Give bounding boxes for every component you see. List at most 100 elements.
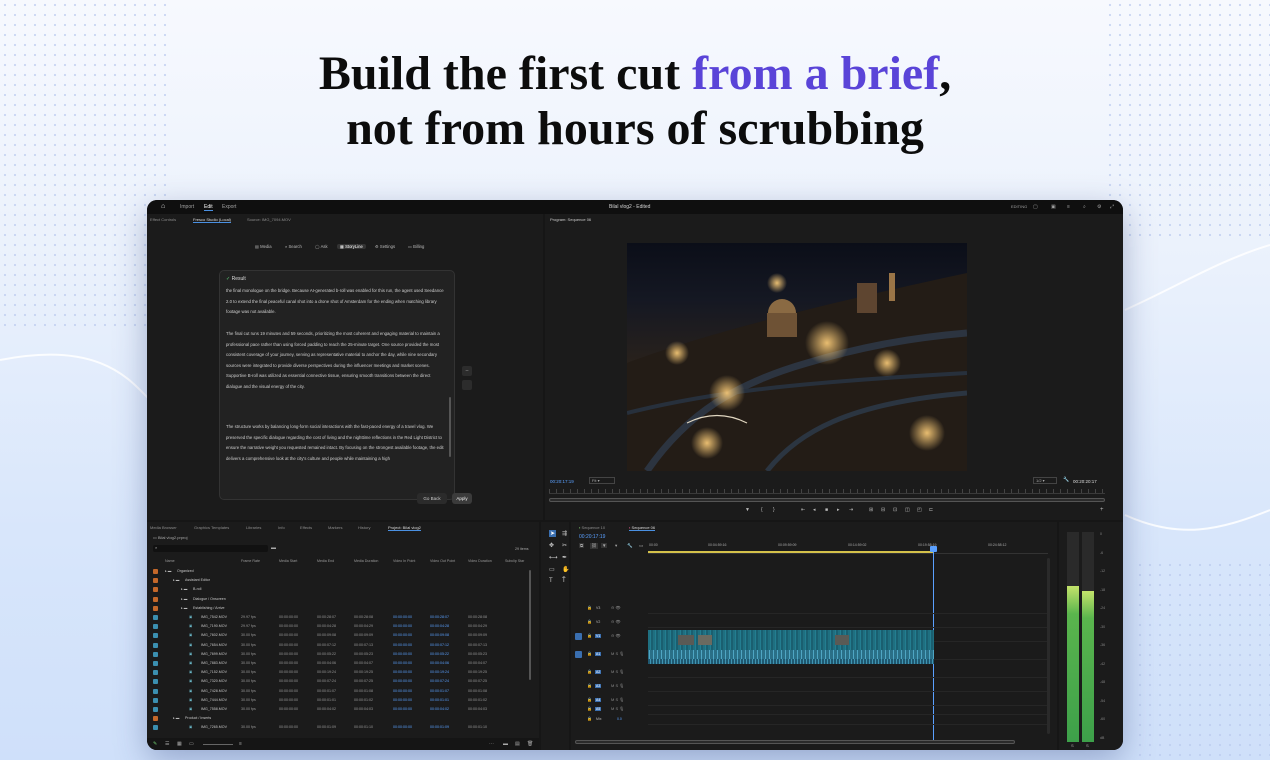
- fullscreen-icon[interactable]: ⤢: [1110, 204, 1114, 210]
- project-scrollbar[interactable]: [529, 570, 531, 680]
- track-target-button[interactable]: [575, 706, 582, 713]
- lock-icon[interactable]: 🔒: [587, 605, 592, 610]
- clip-row[interactable]: ▣ IMG_7602.MOV 30.00 fps 00:00:00:00 00:00:0…: [147, 631, 539, 640]
- col-video-in[interactable]: Video In Point: [393, 559, 415, 563]
- program-timecode[interactable]: 00:20:17:19: [550, 479, 574, 484]
- hand-tool-icon[interactable]: ✋: [562, 566, 569, 573]
- toolbar-storyline[interactable]: ▦ StoryLine: [337, 244, 366, 249]
- folder-row[interactable]: ▸ ▬ B-roll: [147, 585, 539, 594]
- eye-icon[interactable]: ⊖ 👁: [611, 633, 621, 638]
- ripple-edit-icon[interactable]: ✥: [549, 542, 554, 549]
- marker-icon[interactable]: ▾: [615, 543, 617, 549]
- clip-row[interactable]: ▣ IMG_7558.MOV 30.00 fps 00:00:00:00 00:00:0…: [147, 705, 539, 714]
- tab-history[interactable]: History: [358, 525, 370, 530]
- lock-icon[interactable]: 🔒: [587, 706, 592, 711]
- tab-fresco-studio[interactable]: Fresco Studio (Local): [193, 217, 232, 223]
- vertical-type-icon[interactable]: Ť: [562, 578, 566, 584]
- clip-row[interactable]: ▣ IMG_7428.MOV 30.00 fps 00:00:00:00 00:00:0…: [147, 687, 539, 696]
- tab-info[interactable]: Info: [278, 525, 285, 530]
- toolbar-ask[interactable]: ◯ Ask: [315, 244, 328, 249]
- col-media-duration[interactable]: Media Duration: [354, 559, 378, 563]
- pen-tool-icon[interactable]: ✒: [562, 554, 567, 561]
- mute-solo-icon[interactable]: M S 🎙: [611, 683, 624, 688]
- clip-row[interactable]: ▣ IMG_7320.MOV 30.00 fps 00:00:00:00 00:00:0…: [147, 677, 539, 686]
- eye-icon[interactable]: ⊖ 👁: [611, 619, 621, 624]
- folder-row[interactable]: ▸ ▬ Product / Inserts: [147, 714, 539, 723]
- new-item-icon[interactable]: ▤: [515, 741, 520, 747]
- out-point-icon[interactable]: }: [773, 507, 775, 513]
- captions-icon[interactable]: ▭: [639, 543, 643, 549]
- marker-icon[interactable]: ▼: [745, 507, 750, 513]
- track-label[interactable]: A3: [595, 684, 602, 688]
- type-tool-icon[interactable]: T: [549, 578, 553, 584]
- caption-icon[interactable]: ⊏: [929, 507, 933, 513]
- overwrite-icon[interactable]: ⊟: [881, 507, 885, 513]
- apply-button[interactable]: Apply: [452, 493, 472, 504]
- track-target-button[interactable]: [575, 669, 582, 676]
- mix-value[interactable]: 0.0: [617, 717, 622, 721]
- lock-icon[interactable]: 🔒: [587, 716, 592, 721]
- track-label[interactable]: A4: [595, 698, 602, 702]
- col-video-out[interactable]: Video Out Point: [430, 559, 455, 563]
- folder-row[interactable]: ▸ ▬ Organized: [147, 567, 539, 576]
- timeline-v-scrollbar[interactable]: [1047, 558, 1050, 734]
- track-target-button[interactable]: [575, 619, 582, 626]
- linked-icon[interactable]: ⛓: [590, 543, 598, 549]
- timeline-timecode[interactable]: 00:20:17:19: [579, 534, 605, 540]
- tab-libraries[interactable]: Libraries: [246, 525, 261, 530]
- track-select-icon[interactable]: ⇶: [562, 530, 567, 537]
- export-tab[interactable]: Export: [222, 204, 236, 210]
- go-to-out-icon[interactable]: ⇥: [849, 507, 853, 513]
- solo-right-button[interactable]: S: [1086, 743, 1089, 748]
- go-to-in-icon[interactable]: ⇤: [801, 507, 805, 513]
- project-search-input[interactable]: ⌕: [153, 545, 268, 552]
- tab-graphics-templates[interactable]: Graphics Templates: [194, 525, 229, 530]
- track-label[interactable]: A2: [595, 670, 602, 674]
- add-button-icon[interactable]: +: [1100, 507, 1104, 513]
- scroll-up-icon[interactable]: –: [462, 366, 472, 376]
- compare-icon[interactable]: ◫: [905, 507, 910, 513]
- tab-sequence-10[interactable]: ▪ Sequence 10: [579, 525, 605, 530]
- add-marker-icon[interactable]: ▼: [601, 543, 608, 548]
- lock-icon[interactable]: 🔒: [587, 619, 592, 624]
- col-name[interactable]: Name: [165, 559, 175, 563]
- lock-icon[interactable]: 🔒: [587, 683, 592, 688]
- clip-row[interactable]: ▣ IMG_7699.MOV 30.00 fps 00:00:00:00 00:00:0…: [147, 650, 539, 659]
- track-target-button[interactable]: [575, 605, 582, 612]
- step-back-icon[interactable]: ◂: [813, 507, 816, 513]
- lock-icon[interactable]: 🔒: [587, 697, 592, 702]
- toolbar-billing[interactable]: ▭ Billing: [408, 244, 424, 249]
- toolbar-search[interactable]: ⌕ Search: [285, 244, 302, 249]
- clip-row[interactable]: ▣ IMG_7654.MOV 30.00 fps 00:00:00:00 00:00:0…: [147, 641, 539, 650]
- track-label[interactable]: A5: [595, 707, 602, 711]
- col-subclip[interactable]: Subclip Star: [505, 559, 524, 563]
- edit-tab[interactable]: Edit: [204, 204, 213, 211]
- mute-solo-icon[interactable]: M S 🎙: [611, 706, 624, 711]
- icon-view-icon[interactable]: ▦: [177, 741, 182, 747]
- go-back-button[interactable]: Go Back: [417, 493, 447, 504]
- list-view-icon[interactable]: ☰: [165, 741, 169, 747]
- automate-icon[interactable]: ⋯: [489, 741, 494, 747]
- lock-icon[interactable]: 🔒: [587, 669, 592, 674]
- work-area-bar[interactable]: [648, 551, 934, 553]
- list-icon[interactable]: ≡: [1067, 204, 1070, 210]
- track-target-button[interactable]: [575, 683, 582, 690]
- track-target-button[interactable]: [575, 651, 582, 658]
- scroll-handle[interactable]: [462, 380, 472, 390]
- result-scrollbar[interactable]: [449, 397, 451, 457]
- fit-dropdown[interactable]: Fit ▾: [589, 477, 615, 484]
- track-label[interactable]: Mix: [595, 717, 602, 721]
- track-label[interactable]: V1: [595, 634, 602, 638]
- solo-left-button[interactable]: S: [1071, 743, 1074, 748]
- trash-icon[interactable]: 🗑: [527, 741, 533, 747]
- layout-icon[interactable]: ▣: [1051, 204, 1056, 210]
- rectangle-tool-icon[interactable]: ▭: [549, 566, 555, 573]
- mute-solo-icon[interactable]: M S 🎙: [611, 697, 624, 702]
- tab-source[interactable]: Source: IMG_7094.MOV: [247, 217, 291, 222]
- audio-clip-a1-lower[interactable]: [648, 659, 934, 664]
- col-video-duration[interactable]: Video Duration: [468, 559, 492, 563]
- wrench-icon[interactable]: 🔧: [627, 543, 633, 549]
- timeline-h-scrollbar[interactable]: [575, 740, 1015, 744]
- lock-icon[interactable]: 🔒: [587, 651, 592, 656]
- search-icon[interactable]: ⌕: [1083, 204, 1086, 210]
